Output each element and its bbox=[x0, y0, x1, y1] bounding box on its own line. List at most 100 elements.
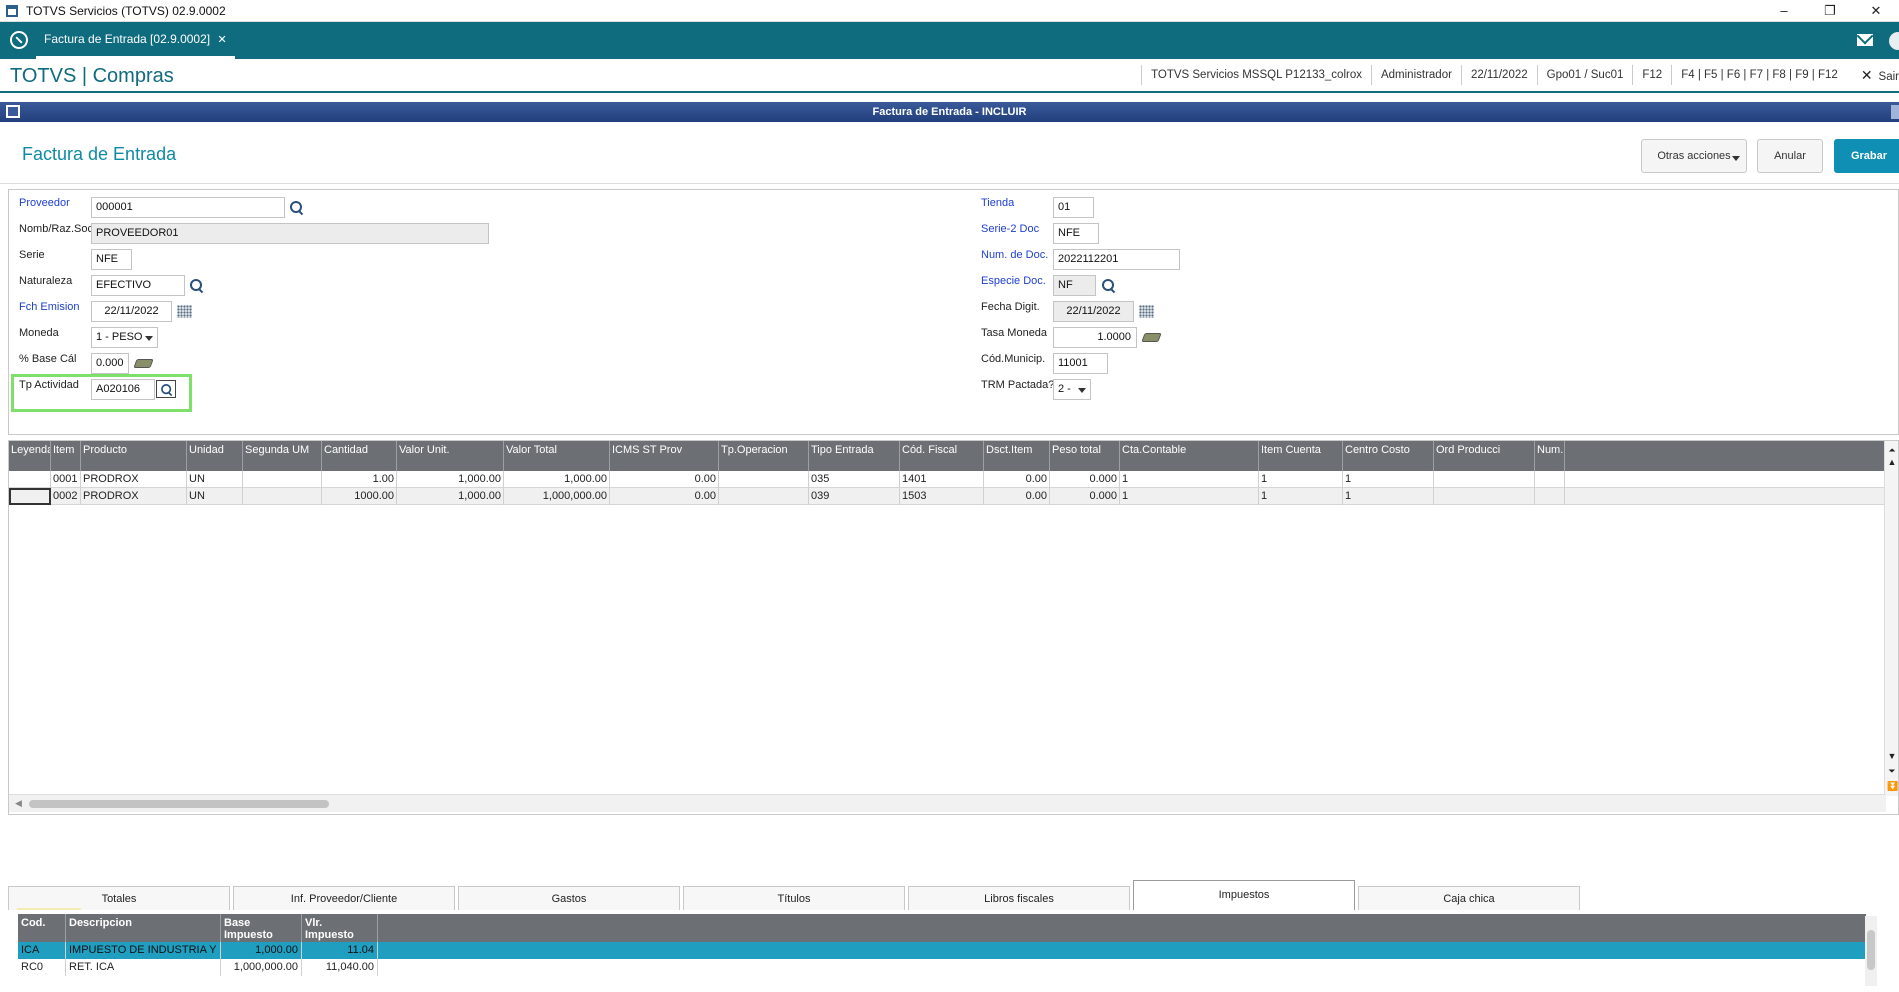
calendar-icon[interactable] bbox=[177, 305, 192, 318]
grid-col-header[interactable]: Dsct.Item bbox=[984, 441, 1050, 471]
taxes-cell[interactable]: RC0 bbox=[18, 959, 66, 976]
folder-tab[interactable]: Caja chica bbox=[1358, 886, 1580, 910]
num-doc-input[interactable]: 2022112201 bbox=[1053, 249, 1180, 270]
money-icon[interactable] bbox=[133, 359, 154, 368]
grid-cell[interactable]: 1000.00 bbox=[322, 488, 397, 505]
grid-cell[interactable] bbox=[1434, 488, 1535, 505]
grid-col-header[interactable]: Item bbox=[51, 441, 81, 471]
grid-col-header[interactable]: Valor Total bbox=[504, 441, 610, 471]
grid-col-header[interactable]: Segunda UM bbox=[243, 441, 322, 471]
grid-col-header[interactable]: Num. bbox=[1535, 441, 1565, 471]
grid-col-header[interactable]: Tipo Entrada bbox=[809, 441, 900, 471]
scroll-down-icon[interactable]: ▼ bbox=[1887, 751, 1897, 761]
grid-col-header[interactable]: Producto bbox=[81, 441, 187, 471]
grid-cell[interactable] bbox=[1434, 471, 1535, 488]
folder-tab[interactable]: Títulos bbox=[683, 886, 905, 910]
grid-vertical-scrollbar[interactable]: ⏶ ▲ ▼ ⏷ ⏬ bbox=[1884, 441, 1898, 796]
taxes-col-header[interactable]: Cod. bbox=[18, 914, 66, 942]
exit-button[interactable]: ✕ Sair bbox=[1847, 65, 1899, 85]
grid-cell[interactable]: UN bbox=[187, 488, 243, 505]
branch-info[interactable]: Gpo01 / Suc01 bbox=[1536, 65, 1633, 85]
taxes-cell[interactable]: IMPUESTO DE INDUSTRIA Y COMERC bbox=[66, 942, 221, 959]
taxes-cell[interactable]: 11,040.00 bbox=[302, 959, 378, 976]
taxes-cell[interactable]: RET. ICA bbox=[66, 959, 221, 976]
fch-emision-input[interactable]: 22/11/2022 bbox=[91, 301, 172, 322]
folder-tab[interactable]: Totales bbox=[8, 886, 230, 910]
grid-cell[interactable]: 1 bbox=[1120, 488, 1259, 505]
grid-cell[interactable]: 0.000 bbox=[1050, 488, 1120, 505]
scroll-up-icon[interactable]: ▲ bbox=[1887, 457, 1897, 467]
scroll-top-icon[interactable]: ⏶ bbox=[1887, 445, 1897, 455]
grabar-button[interactable]: Grabar bbox=[1834, 139, 1899, 173]
grid-cell[interactable]: 1503 bbox=[900, 488, 984, 505]
table-row[interactable]: RC0 RET. ICA 1,000,000.00 11,040.00 bbox=[18, 959, 1866, 976]
taxes-cell[interactable]: 11.04 bbox=[302, 942, 378, 959]
grid-cell[interactable]: 1,000.00 bbox=[397, 488, 504, 505]
grid-cell[interactable]: UN bbox=[187, 471, 243, 488]
grid-cell[interactable]: 1 bbox=[1343, 471, 1434, 488]
function-keys[interactable]: F4 | F5 | F6 | F7 | F8 | F9 | F12 bbox=[1671, 65, 1847, 85]
folder-tab[interactable]: Libros fiscales bbox=[908, 886, 1130, 910]
grid-horizontal-scrollbar[interactable]: ◀ bbox=[9, 794, 1886, 812]
scroll-thumb[interactable] bbox=[1867, 930, 1875, 970]
grid-cell[interactable]: 1 bbox=[1343, 488, 1434, 505]
user-info[interactable]: Administrador bbox=[1370, 65, 1461, 85]
grid-col-header[interactable]: Leyenda bbox=[9, 441, 51, 471]
close-window-button[interactable]: ✕ bbox=[1853, 0, 1899, 22]
grid-cell[interactable]: 039 bbox=[809, 488, 900, 505]
grid-cell[interactable]: PRODROX bbox=[81, 488, 187, 505]
taxes-cell[interactable]: 1,000.00 bbox=[221, 942, 302, 959]
tab-factura-entrada[interactable]: Factura de Entrada [02.9.0002] ✕ bbox=[36, 26, 235, 59]
grid-col-header[interactable]: Ord Producci bbox=[1434, 441, 1535, 471]
grid-col-header[interactable]: Peso total bbox=[1050, 441, 1120, 471]
grid-cell[interactable]: 1 bbox=[1120, 471, 1259, 488]
taxes-cell[interactable]: 1,000,000.00 bbox=[221, 959, 302, 976]
tab-close-icon[interactable]: ✕ bbox=[217, 34, 226, 46]
help-key[interactable]: F12 bbox=[1632, 65, 1671, 85]
grid-col-header[interactable]: Item Cuenta bbox=[1259, 441, 1343, 471]
grid-cell[interactable]: 1,000.00 bbox=[397, 471, 504, 488]
grid-cell[interactable]: PRODROX bbox=[81, 471, 187, 488]
home-icon[interactable] bbox=[10, 31, 28, 49]
restore-button[interactable]: ❐ bbox=[1807, 0, 1853, 22]
calendar-icon[interactable] bbox=[1139, 305, 1154, 318]
user-avatar-icon[interactable] bbox=[1889, 32, 1899, 50]
search-icon[interactable] bbox=[1102, 279, 1116, 293]
grid-col-header[interactable]: Cód. Fiscal bbox=[900, 441, 984, 471]
taxes-cell[interactable]: ICA bbox=[18, 942, 66, 959]
scroll-page-down-icon[interactable]: ⏷ bbox=[1887, 766, 1897, 776]
taxes-col-header[interactable]: Vlr. Impuesto bbox=[302, 914, 378, 942]
fecha-digit-input[interactable]: 22/11/2022 bbox=[1053, 301, 1134, 322]
tp-actividad-input[interactable]: A020106 bbox=[91, 379, 155, 400]
date-info[interactable]: 22/11/2022 bbox=[1460, 65, 1537, 85]
grid-cell[interactable]: 1,000,000.00 bbox=[504, 488, 610, 505]
grid-col-header[interactable]: Valor Unit. bbox=[397, 441, 504, 471]
grid-cell[interactable]: 1401 bbox=[900, 471, 984, 488]
grid-col-header[interactable]: Cantidad bbox=[322, 441, 397, 471]
base-cal-input[interactable]: 0.000 bbox=[91, 353, 129, 374]
search-icon[interactable] bbox=[290, 201, 304, 215]
grid-cell[interactable] bbox=[1535, 471, 1565, 488]
grid-col-header[interactable]: Tp.Operacion bbox=[719, 441, 809, 471]
table-row[interactable]: 0002 PRODROX UN 1000.00 1,000.00 1,000,000.00… bbox=[9, 488, 1886, 505]
search-icon[interactable] bbox=[190, 279, 204, 293]
cod-municip-input[interactable]: 11001 bbox=[1053, 353, 1108, 374]
grid-col-header[interactable]: ICMS ST Prov bbox=[610, 441, 719, 471]
taxes-vertical-scrollbar[interactable] bbox=[1865, 916, 1877, 986]
taxes-col-header[interactable]: Descripcion bbox=[66, 914, 221, 942]
grid-cell[interactable]: 0.00 bbox=[984, 471, 1050, 488]
grid-cell[interactable]: 0.00 bbox=[610, 471, 719, 488]
grid-col-header[interactable]: Cta.Contable bbox=[1120, 441, 1259, 471]
grid-cell[interactable] bbox=[243, 471, 322, 488]
anular-button[interactable]: Anular bbox=[1757, 139, 1823, 173]
grid-cell[interactable] bbox=[1535, 488, 1565, 505]
minimize-button[interactable]: – bbox=[1761, 0, 1807, 22]
serie2-doc-input[interactable]: NFE bbox=[1053, 223, 1099, 244]
grid-col-header[interactable]: Unidad bbox=[187, 441, 243, 471]
proveedor-input[interactable]: 000001 bbox=[91, 197, 285, 218]
grid-cell[interactable]: 0.00 bbox=[610, 488, 719, 505]
grid-cell[interactable]: 0.00 bbox=[984, 488, 1050, 505]
otras-acciones-button[interactable]: Otras acciones bbox=[1641, 139, 1747, 173]
grid-cell[interactable]: 1 bbox=[1259, 488, 1343, 505]
especie-doc-input[interactable]: NF bbox=[1053, 275, 1096, 296]
